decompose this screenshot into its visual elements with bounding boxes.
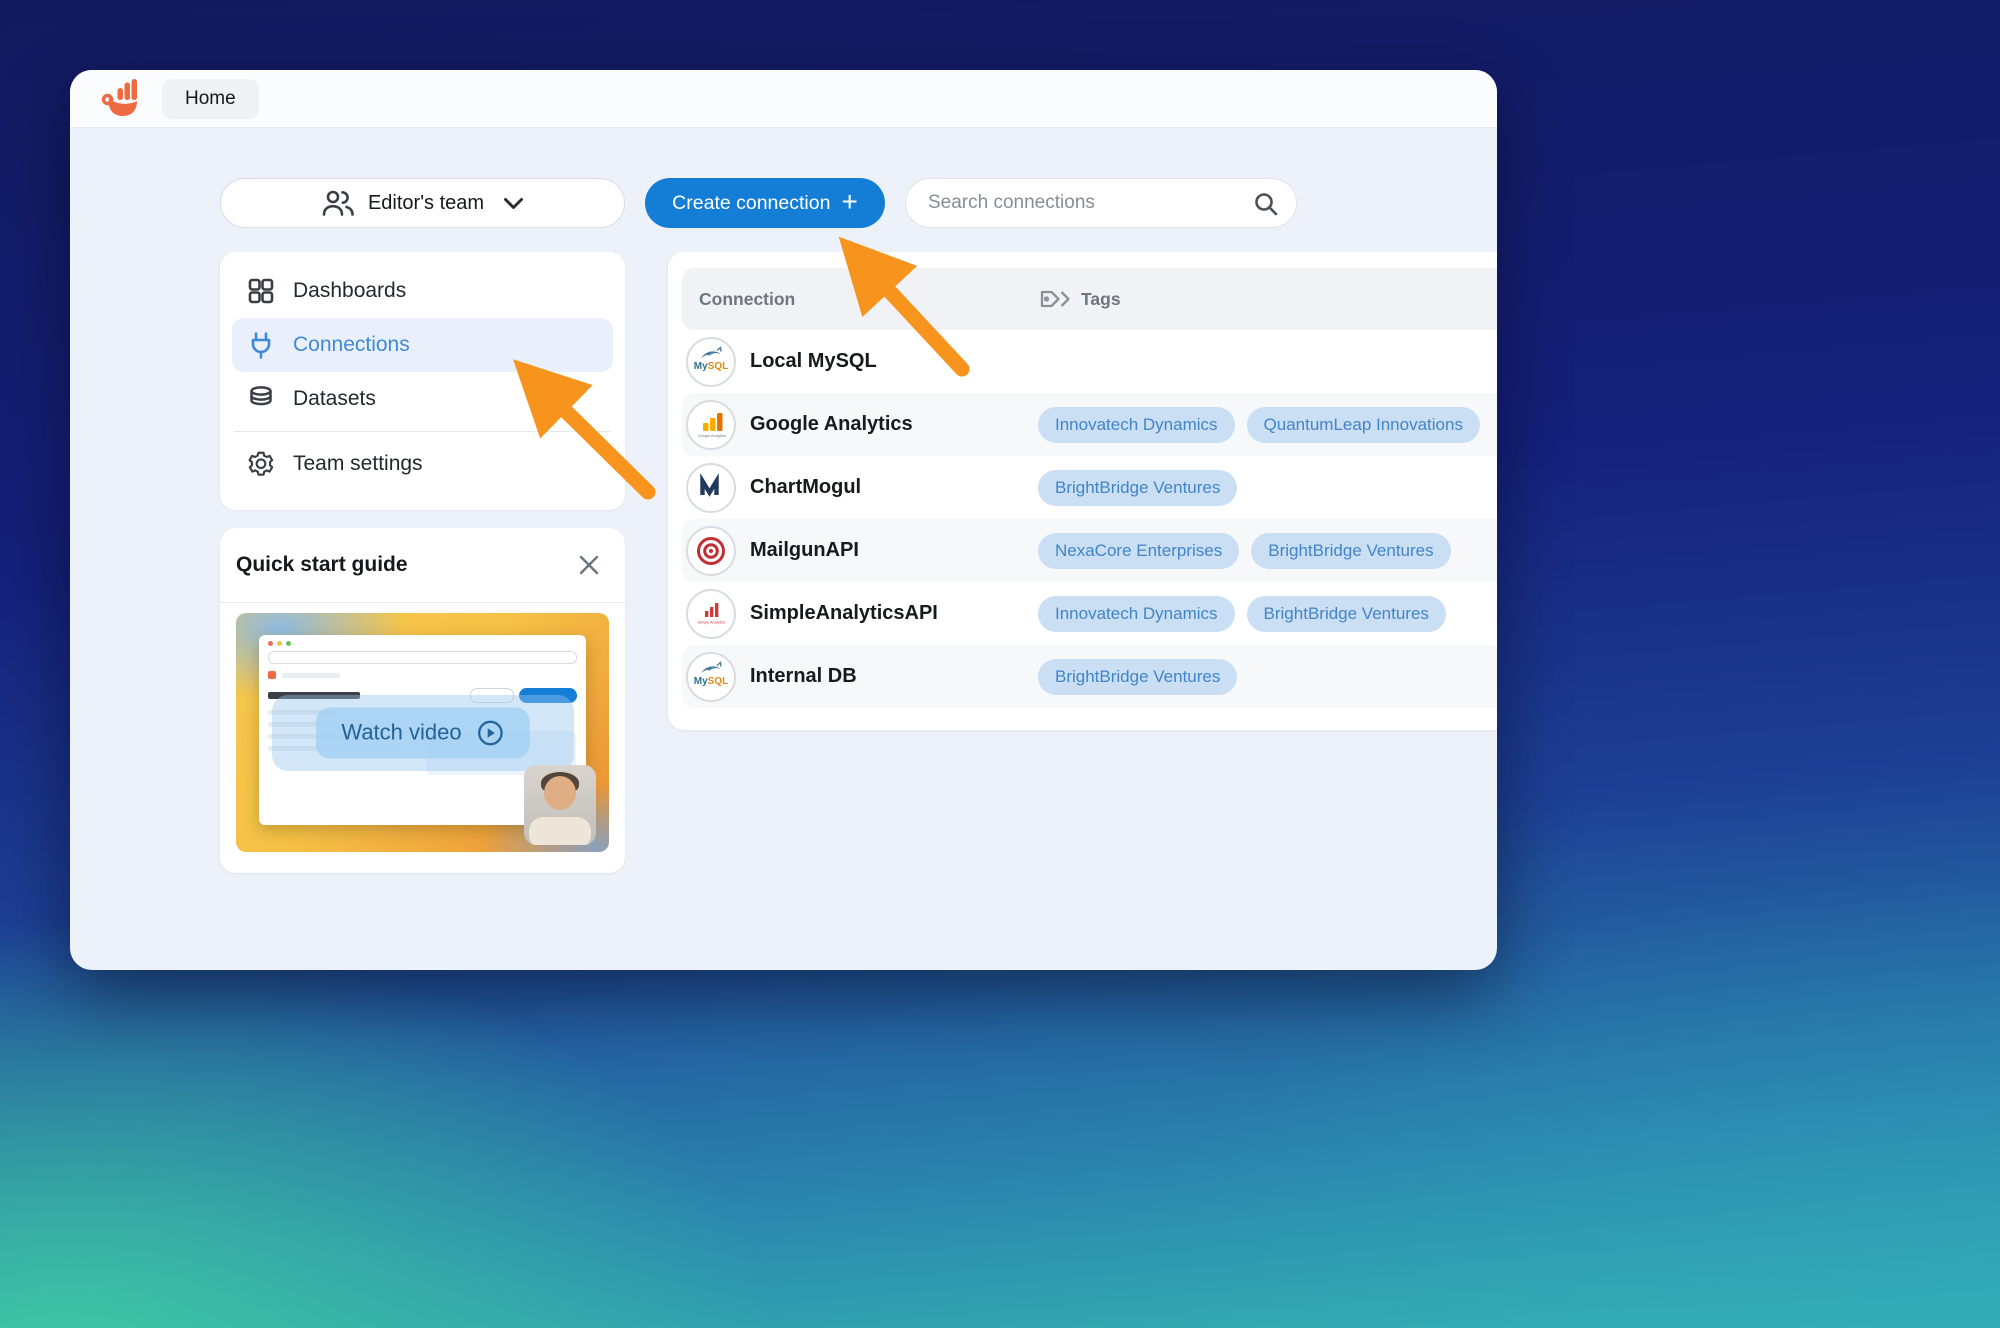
row-tags: Innovatech Dynamics QuantumLeap Innovatio…	[1038, 406, 1480, 443]
sidebar-item-label: Team settings	[293, 452, 423, 475]
sidebar-divider	[234, 431, 611, 432]
connection-name: Internal DB	[750, 665, 857, 687]
connection-name: ChartMogul	[750, 476, 862, 498]
app-header: Home	[70, 70, 1497, 128]
mysql-logo-icon: MySQL	[686, 336, 736, 387]
table-row[interactable]: MailgunAPI NexaCore Enterprises BrightBrid…	[682, 519, 1497, 582]
search-input[interactable]	[906, 179, 1296, 227]
column-header-tags: Tags	[1038, 287, 1121, 311]
svg-text:MySQL: MySQL	[694, 676, 728, 687]
table-row[interactable]: MySQL Local MySQL	[682, 330, 1497, 393]
row-tags: NexaCore Enterprises BrightBridge Venture…	[1038, 532, 1451, 569]
mailgun-logo-icon	[686, 525, 736, 576]
column-header-connection: Connection	[699, 288, 796, 309]
sidebar-item-dashboards[interactable]: Dashboards	[232, 264, 613, 318]
video-thumbnail[interactable]: Watch video	[236, 613, 609, 852]
sidebar-item-label: Dashboards	[293, 279, 407, 302]
brand-hand-chart-icon	[100, 77, 144, 121]
plus-icon: +	[841, 185, 858, 217]
play-circle-icon	[477, 719, 504, 746]
tag-pill: QuantumLeap Innovations	[1246, 406, 1480, 443]
sidebar-item-label: Datasets	[293, 387, 376, 410]
connection-name: SimpleAnalyticsAPI	[750, 602, 938, 624]
svg-text:MySQL: MySQL	[694, 361, 728, 372]
watch-video-button[interactable]: Watch video	[315, 707, 530, 758]
search-connections-box	[905, 178, 1297, 228]
users-icon	[321, 188, 355, 218]
quick-start-title: Quick start guide	[236, 553, 408, 576]
app-window: Home Editor's team Create connection + S…	[70, 70, 1497, 970]
connection-name: MailgunAPI	[750, 539, 859, 561]
watch-video-label: Watch video	[341, 719, 462, 745]
connections-table: Connection Tags MySQL Local MySQL Google A…	[668, 252, 1497, 730]
main-content: Editor's team Create connection + Dashbo…	[70, 128, 1497, 970]
table-row[interactable]: ChartMogul BrightBridge Ventures	[682, 456, 1497, 519]
sidebar-items: Dashboards Connections Datasets Team settin…	[232, 264, 613, 491]
table-row[interactable]: MySQL Internal DB BrightBridge Ventures	[682, 645, 1497, 708]
tag-pill: BrightBridge Ventures	[1038, 658, 1238, 695]
row-tags: Innovatech Dynamics BrightBridge Ventures	[1038, 595, 1446, 632]
sidebar-item-datasets[interactable]: Datasets	[232, 372, 613, 426]
tag-pill: BrightBridge Ventures	[1038, 469, 1238, 506]
sidebar-item-team-settings[interactable]: Team settings	[232, 437, 613, 491]
presenter-avatar	[524, 765, 596, 845]
gear-icon	[246, 449, 276, 479]
database-icon	[246, 384, 276, 414]
tag-pill: BrightBridge Ventures	[1246, 595, 1446, 632]
tags-icon	[1038, 287, 1072, 311]
tag-pill: Innovatech Dynamics	[1038, 406, 1235, 443]
close-icon[interactable]	[577, 553, 601, 577]
simple-analytics-logo-icon: Simple Analytics	[686, 588, 736, 639]
sidebar-item-label: Connections	[293, 333, 410, 356]
tab-home[interactable]: Home	[162, 78, 259, 119]
table-row[interactable]: Google Analytics Google Analytics Innovate…	[682, 393, 1497, 456]
svg-text:Simple Analytics: Simple Analytics	[698, 620, 726, 624]
row-tags: BrightBridge Ventures	[1038, 658, 1238, 695]
tag-pill: Innovatech Dynamics	[1038, 595, 1235, 632]
svg-text:Google Analytics: Google Analytics	[698, 434, 726, 438]
sidebar-item-connections[interactable]: Connections	[232, 318, 613, 372]
chevron-down-icon	[503, 197, 524, 210]
row-tags: BrightBridge Ventures	[1038, 469, 1238, 506]
connection-name: Google Analytics	[750, 413, 913, 435]
table-rows: MySQL Local MySQL Google Analytics Google A…	[682, 330, 1497, 708]
chartmogul-logo-icon	[686, 462, 736, 513]
table-row[interactable]: Simple Analytics SimpleAnalyticsAPI Innova…	[682, 582, 1497, 645]
create-connection-label: Create connection	[672, 191, 831, 214]
quick-start-header: Quick start guide	[220, 528, 625, 603]
mysql-logo-icon: MySQL	[686, 651, 736, 702]
search-icon	[1253, 191, 1279, 222]
plug-icon	[246, 330, 276, 360]
team-selector-dropdown[interactable]: Editor's team	[220, 178, 625, 228]
team-selector-label: Editor's team	[367, 191, 485, 214]
google-analytics-logo-icon: Google Analytics	[686, 399, 736, 450]
tag-pill: NexaCore Enterprises	[1038, 532, 1240, 569]
table-header-row: Connection Tags	[682, 268, 1497, 330]
connection-name: Local MySQL	[750, 350, 877, 372]
quick-start-card: Quick start guide Watch video	[220, 528, 625, 873]
create-connection-button[interactable]: Create connection +	[645, 178, 885, 228]
tag-pill: BrightBridge Ventures	[1251, 532, 1451, 569]
sidebar-nav: Dashboards Connections Datasets Team settin…	[220, 252, 625, 510]
grid-icon	[246, 276, 276, 306]
